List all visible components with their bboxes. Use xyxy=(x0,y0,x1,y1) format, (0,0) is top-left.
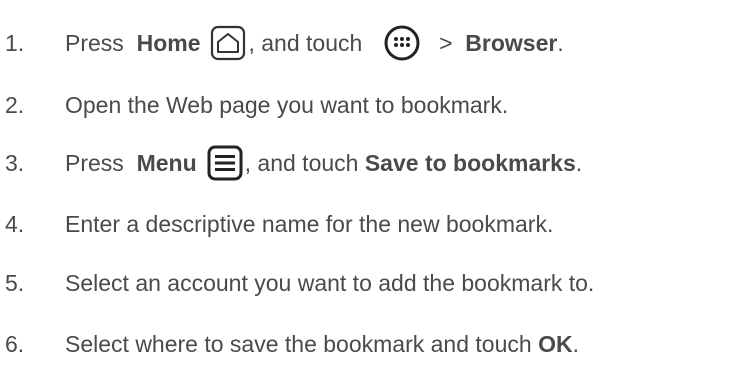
step-text: Select where to save the bookmark and to… xyxy=(65,330,579,357)
home-icon xyxy=(210,25,246,61)
ok-label: OK xyxy=(538,330,573,357)
instruction-list: 1. Press Home , and touch > Browser . 2.… xyxy=(0,0,741,391)
menu-label: Menu xyxy=(136,149,197,176)
step-1: 1. Press Home , and touch > Browser . xyxy=(0,21,564,65)
step-number: 6. xyxy=(5,330,25,357)
step-number: 2. xyxy=(5,91,25,118)
step-6: 6. Select where to save the bookmark and… xyxy=(0,322,579,366)
browser-label: Browser xyxy=(465,29,558,56)
home-label: Home xyxy=(136,29,201,56)
apps-icon xyxy=(383,24,421,62)
save-to-bookmarks-label: Save to bookmarks xyxy=(364,149,576,176)
step-text: Select an account you want to add the bo… xyxy=(65,269,595,296)
step-2: 2. Open the Web page you want to bookmar… xyxy=(0,83,508,127)
step-text: Press Home , and touch > Browser. xyxy=(65,24,564,62)
step-number: 4. xyxy=(5,210,25,237)
step-number: 5. xyxy=(5,269,25,296)
step-number: 1. xyxy=(5,29,25,56)
step-text: Press Menu , and touch Save to bookmarks… xyxy=(65,145,582,181)
menu-icon xyxy=(207,145,243,181)
step-number: 3. xyxy=(5,149,25,176)
step-5: 5. Select an account you want to add the… xyxy=(0,261,594,305)
step-text: Enter a descriptive name for the new boo… xyxy=(65,210,554,237)
step-text: Open the Web page you want to bookmark. xyxy=(65,91,509,118)
step-4: 4. Enter a descriptive name for the new … xyxy=(0,202,553,246)
step-3: 3. Press Menu , and touch Save to bookma… xyxy=(0,141,582,185)
